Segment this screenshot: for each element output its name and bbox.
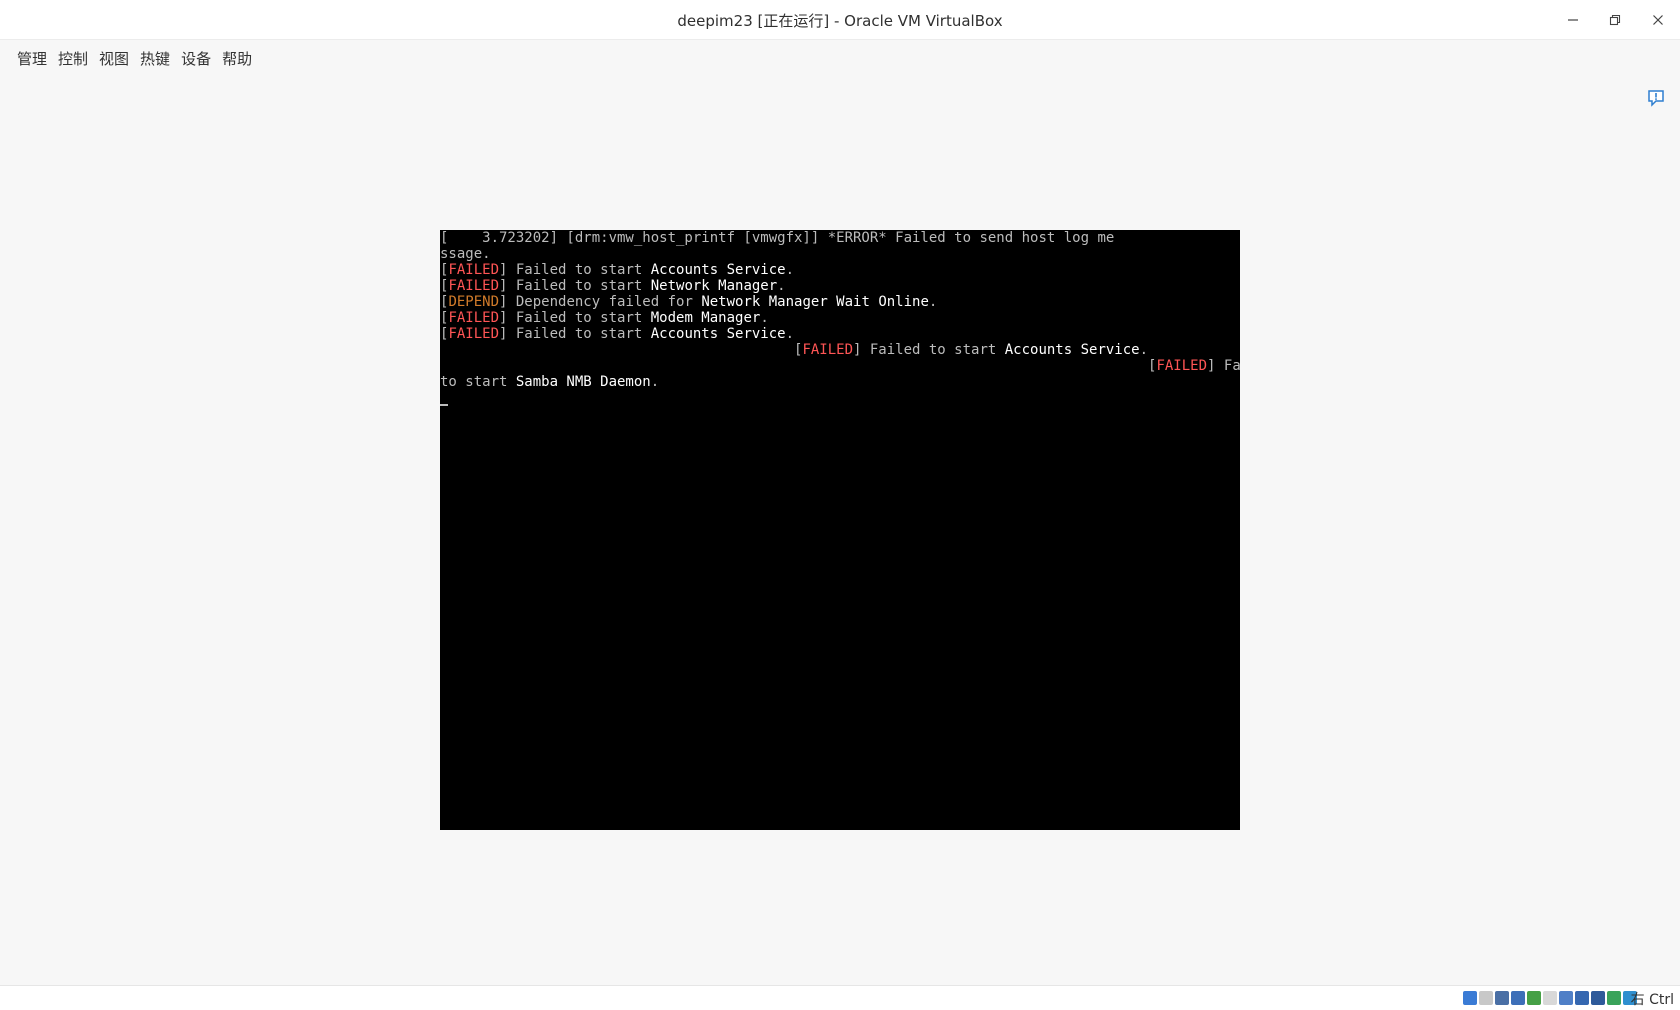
console-text: Accounts Service bbox=[650, 262, 786, 278]
console-text: Modem Manager bbox=[650, 310, 761, 326]
optical-drive-icon[interactable] bbox=[1479, 991, 1493, 1005]
console-text: FAILED bbox=[448, 326, 500, 342]
guest-additions-icon[interactable] bbox=[1607, 991, 1621, 1005]
vm-display[interactable]: [ 3.723202] [drm:vmw_host_printf [vmwgfx… bbox=[440, 230, 1240, 830]
menu-hotkeys[interactable]: 热键 bbox=[133, 46, 174, 72]
display-icon[interactable] bbox=[1559, 991, 1573, 1005]
menu-help[interactable]: 帮助 bbox=[215, 46, 256, 72]
close-button[interactable] bbox=[1636, 0, 1680, 40]
cpu-virtualization-icon[interactable] bbox=[1591, 991, 1605, 1005]
console-cursor-line bbox=[440, 390, 1240, 406]
menu-view[interactable]: 视图 bbox=[92, 46, 133, 72]
status-icons bbox=[1463, 991, 1637, 1005]
console-line: [FAILED] Failed to start Accounts Servic… bbox=[440, 326, 1240, 342]
console-output: [ 3.723202] [drm:vmw_host_printf [vmwgfx… bbox=[440, 230, 1240, 390]
console-text: Network Manager Wait Online bbox=[701, 294, 929, 310]
console-text: Accounts Service bbox=[650, 326, 786, 342]
console-text: [ bbox=[440, 358, 1157, 374]
menu-devices[interactable]: 设备 bbox=[174, 46, 215, 72]
console-line: to start Samba NMB Daemon. bbox=[440, 374, 1240, 390]
hard-disk-icon[interactable] bbox=[1463, 991, 1477, 1005]
console-text: ] Failed to start bbox=[499, 278, 651, 294]
minimize-icon bbox=[1568, 19, 1578, 21]
console-line: ssage. bbox=[440, 246, 1240, 262]
console-text: ] Failed bbox=[1207, 358, 1240, 374]
minimize-button[interactable] bbox=[1551, 0, 1595, 40]
console-text: . bbox=[785, 262, 795, 278]
console-text: FAILED bbox=[448, 262, 500, 278]
console-text: ] Failed to start bbox=[499, 310, 651, 326]
console-text: [ bbox=[440, 342, 803, 358]
audio-icon[interactable] bbox=[1495, 991, 1509, 1005]
console-text: Network Manager bbox=[650, 278, 778, 294]
console-line: [ 3.723202] [drm:vmw_host_printf [vmwgfx… bbox=[440, 230, 1240, 246]
restore-button[interactable] bbox=[1593, 0, 1637, 40]
console-text: ssage. bbox=[440, 246, 491, 262]
menu-bar: 管理 控制 视图 热键 设备 帮助 bbox=[10, 46, 256, 72]
console-text: ] Failed to start bbox=[499, 262, 651, 278]
console-text: . bbox=[785, 326, 795, 342]
notification-icon[interactable] bbox=[1647, 89, 1665, 107]
console-text: Samba NMB Daemon bbox=[515, 374, 651, 390]
console-text: . bbox=[928, 294, 938, 310]
close-icon bbox=[1653, 15, 1663, 25]
console-text: . bbox=[1139, 342, 1149, 358]
console-text: . bbox=[777, 278, 786, 294]
console-text: DEPEND bbox=[448, 294, 500, 310]
console-text: FAILED bbox=[802, 342, 854, 358]
menu-control[interactable]: 控制 bbox=[51, 46, 92, 72]
console-text: FAILED bbox=[448, 310, 500, 326]
usb-icon[interactable] bbox=[1527, 991, 1541, 1005]
console-text: ] Failed to start bbox=[499, 326, 651, 342]
console-text: Accounts Service bbox=[1004, 342, 1140, 358]
console-text: . bbox=[760, 310, 769, 326]
console-line: [FAILED] Failed bbox=[440, 358, 1240, 374]
console-line: [FAILED] Failed to start Accounts Servic… bbox=[440, 342, 1240, 358]
console-line: [FAILED] Failed to start Modem Manager. bbox=[440, 310, 1240, 326]
text-cursor bbox=[440, 404, 448, 406]
shared-folders-icon[interactable] bbox=[1543, 991, 1557, 1005]
console-text: [ 3.723202] [drm:vmw_host_printf [vmwgfx… bbox=[440, 230, 1115, 246]
status-bar: 右 Ctrl bbox=[0, 985, 1680, 1010]
console-line: [DEPEND] Dependency failed for Network M… bbox=[440, 294, 1240, 310]
console-text: ] Dependency failed for bbox=[499, 294, 702, 310]
title-bar: deepim23 [正在运行] - Oracle VM VirtualBox bbox=[0, 0, 1680, 40]
menu-manage[interactable]: 管理 bbox=[10, 46, 51, 72]
console-text: ] Failed to start bbox=[853, 342, 1005, 358]
window-title: deepim23 [正在运行] - Oracle VM VirtualBox bbox=[677, 12, 1003, 30]
video-capture-icon[interactable] bbox=[1575, 991, 1589, 1005]
console-line: [FAILED] Failed to start Network Manager… bbox=[440, 278, 1240, 294]
console-text: FAILED bbox=[448, 278, 500, 294]
restore-icon bbox=[1609, 14, 1621, 26]
console-line: [FAILED] Failed to start Accounts Servic… bbox=[440, 262, 1240, 278]
console-text: to start bbox=[440, 374, 516, 390]
host-key-label: 右 Ctrl bbox=[1630, 992, 1674, 1008]
network-icon[interactable] bbox=[1511, 991, 1525, 1005]
console-text: FAILED bbox=[1156, 358, 1208, 374]
console-text: . bbox=[650, 374, 660, 390]
